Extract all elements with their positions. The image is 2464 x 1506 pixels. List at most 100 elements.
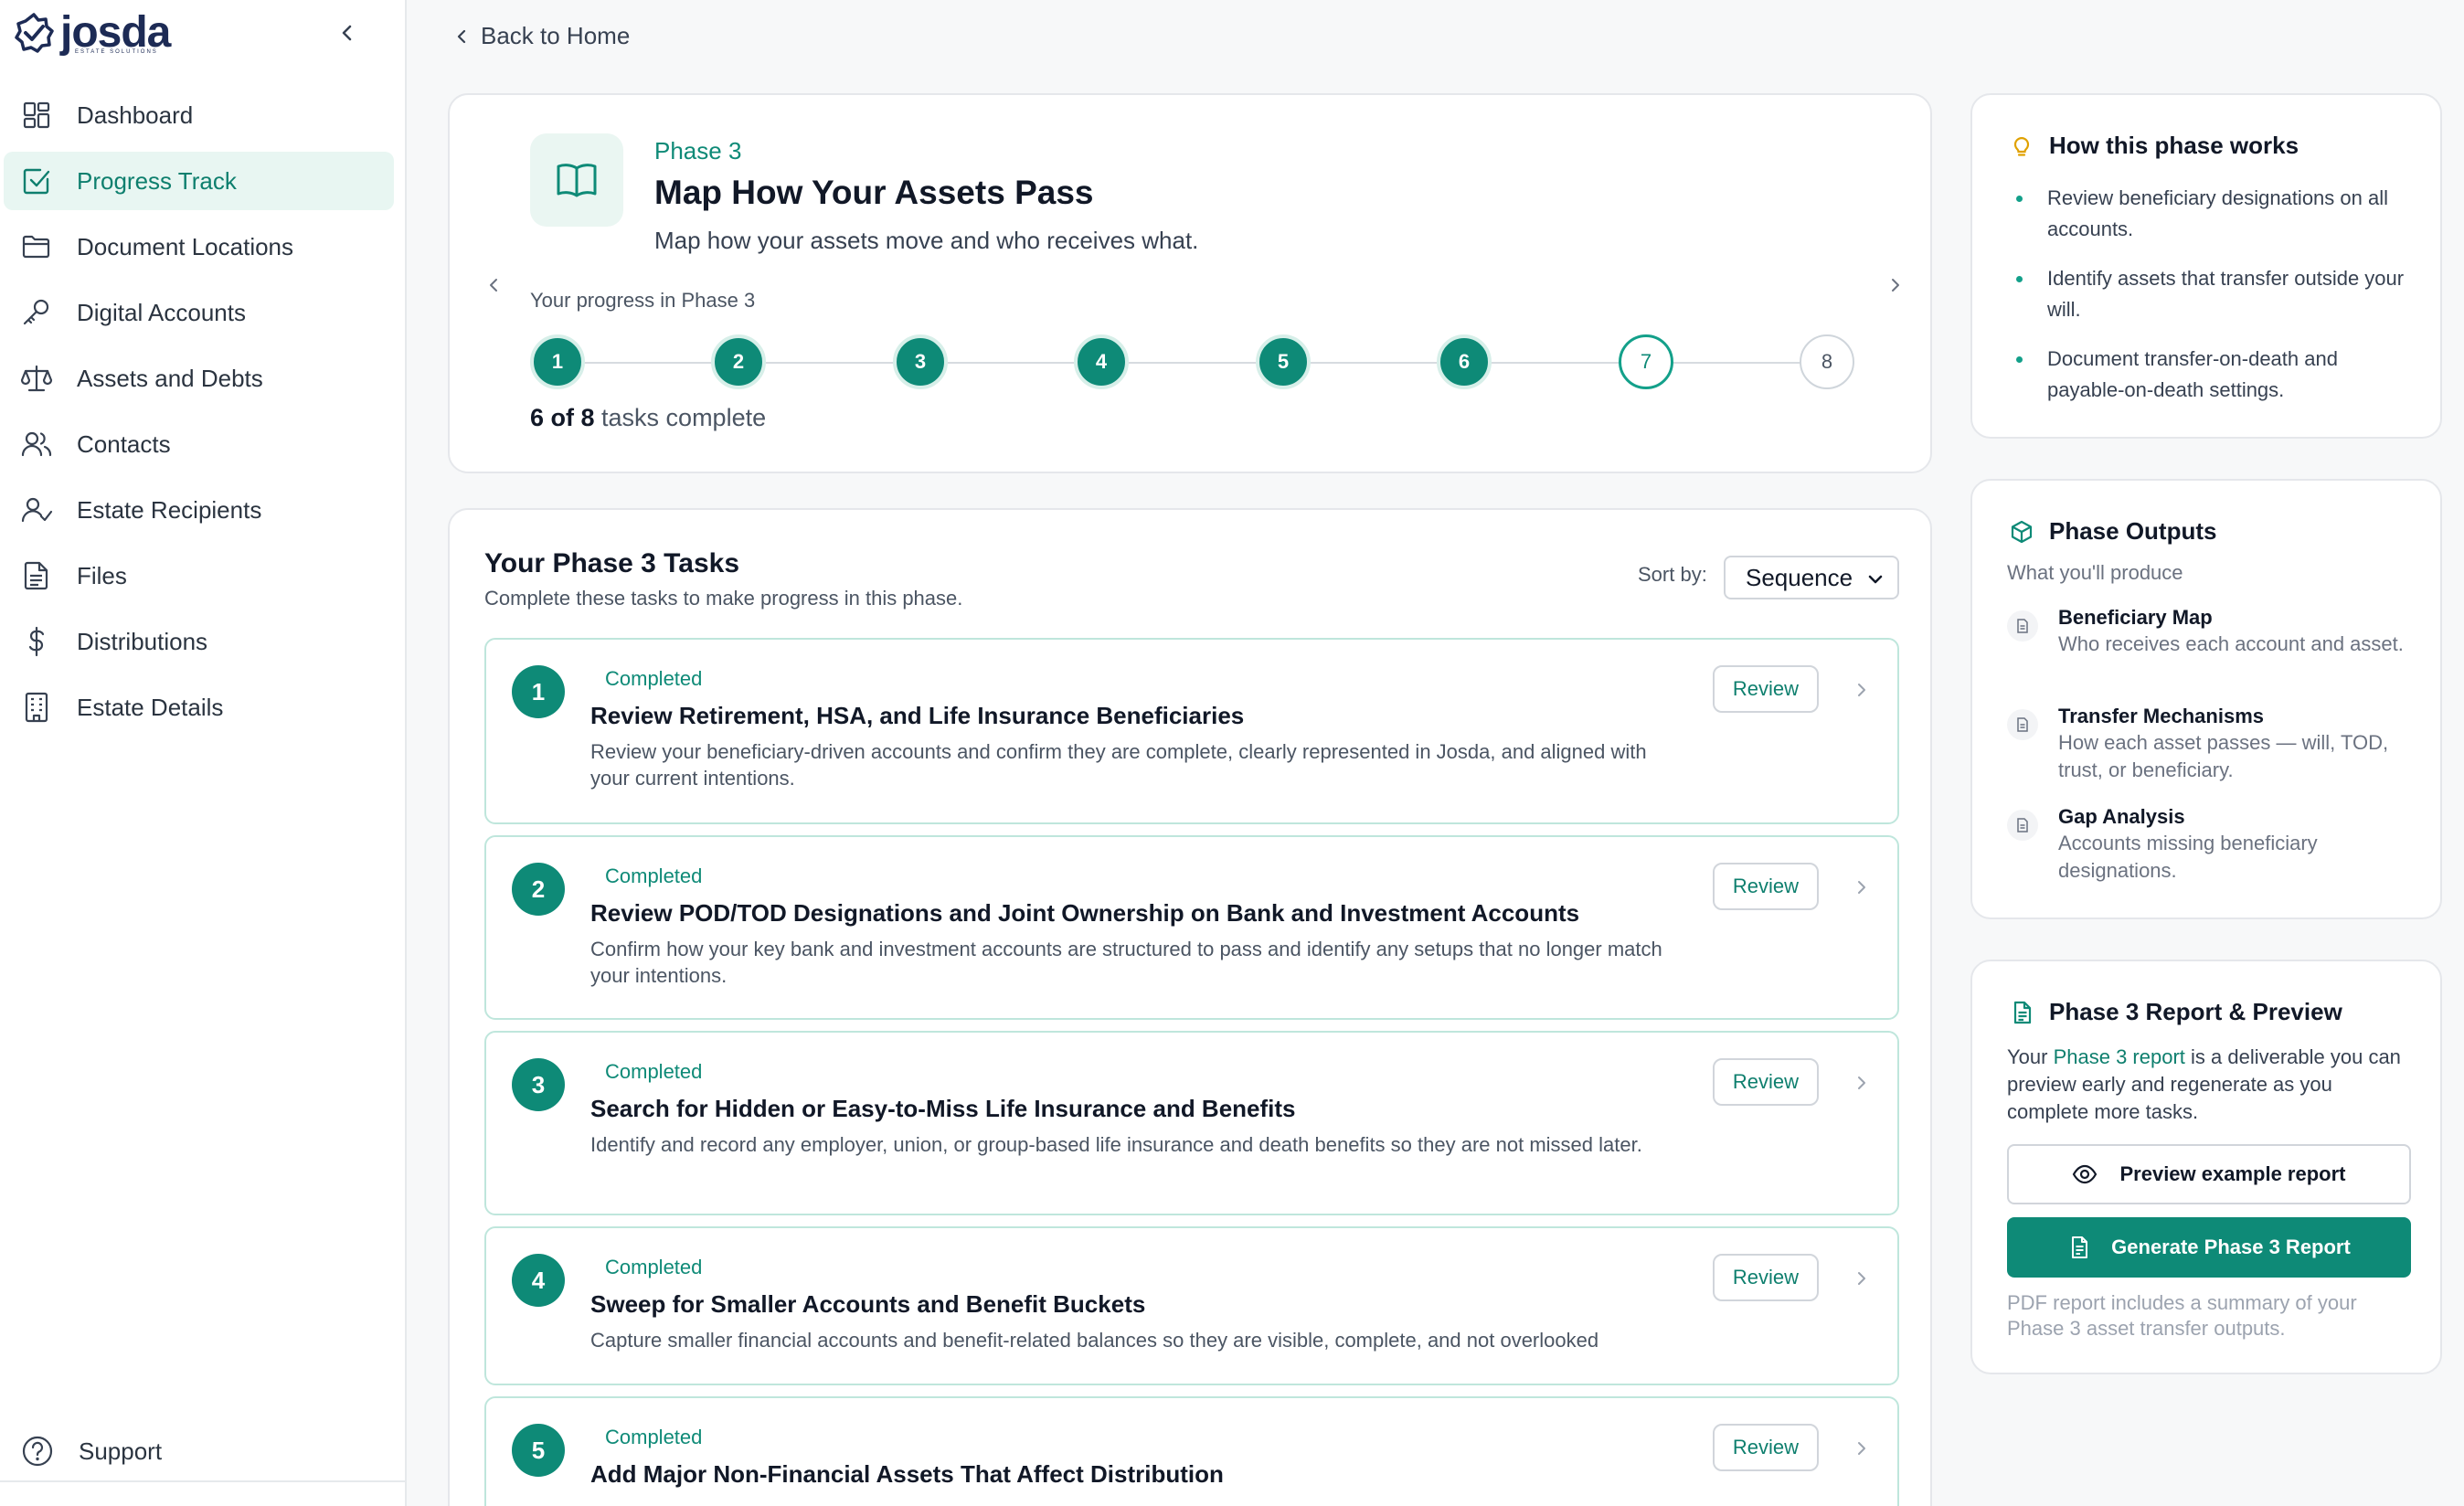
task-card[interactable]: 5 Completed Add Major Non-Financial Asse… [484,1396,1899,1506]
step-3[interactable]: 3 [893,334,948,389]
chevron-left-icon [342,25,352,41]
task-card[interactable]: 4 Completed Sweep for Smaller Accounts a… [484,1226,1899,1385]
step-8[interactable]: 8 [1800,334,1854,389]
brand-tagline: ESTATE SOLUTIONS [75,49,158,55]
review-button[interactable]: Review [1713,1424,1819,1471]
sidebar-item-files[interactable]: Files [4,546,394,605]
document-icon [2007,610,2038,642]
step-1[interactable]: 1 [530,334,585,389]
chevron-right-icon [1858,1442,1865,1455]
task-number: 3 [512,1058,565,1111]
sidebar: josda ESTATE SOLUTIONS Dashboard Progres… [0,0,407,1506]
sidebar-item-label: Document Locations [77,232,294,260]
lightbulb-icon [2013,136,2030,156]
card-header: Phase 3 Report & Preview [2009,998,2342,1026]
step-7[interactable]: 7 [1619,334,1673,389]
back-to-home-link[interactable]: Back to Home [451,22,630,50]
sidebar-item-label: Estate Recipients [77,495,262,524]
output-title: Beneficiary Map [2058,606,2213,629]
building-icon [25,692,48,723]
sidebar-item-label: Assets and Debts [77,364,263,392]
brand-logo[interactable]: josda [13,11,171,55]
how-phase-works-card: How this phase works Review beneficiary … [1970,93,2442,439]
generate-label: Generate Phase 3 Report [2111,1236,2351,1258]
divider [0,1480,407,1482]
completed-count: 6 of 8 [530,404,595,431]
chevron-right-icon [1858,684,1865,696]
task-card[interactable]: 1 Completed Review Retirement, HSA, and … [484,638,1899,824]
sidebar-item-estate-details[interactable]: Estate Details [4,678,394,737]
sidebar-item-estate-recipients[interactable]: Estate Recipients [4,481,394,539]
completed-suffix: tasks complete [594,404,767,431]
review-button[interactable]: Review [1713,1254,1819,1301]
sidebar-item-document-locations[interactable]: Document Locations [4,217,394,276]
support-label: Support [79,1437,163,1465]
report-text-start: Your [2007,1045,2054,1068]
output-title: Transfer Mechanisms [2058,705,2264,727]
previous-phase-button[interactable] [481,272,506,298]
task-number: 2 [512,863,565,916]
sidebar-item-label: Files [77,561,127,589]
collapse-sidebar-button[interactable] [335,20,360,46]
sort-select[interactable]: Sequence [1724,556,1899,599]
sidebar-item-distributions[interactable]: Distributions [4,612,394,671]
task-number: 5 [512,1424,565,1477]
output-description: Accounts missing beneficiary designation… [2058,832,2318,882]
step-6[interactable]: 6 [1437,334,1492,389]
review-button[interactable]: Review [1713,665,1819,713]
list-item: Document transfer-on-death and payable-o… [2009,344,2420,406]
sidebar-item-assets-and-debts[interactable]: Assets and Debts [4,349,394,408]
list-item: Review beneficiary designations on all a… [2009,183,2420,245]
generate-report-button[interactable]: Generate Phase 3 Report [2007,1217,2411,1278]
output-item: Transfer Mechanisms How each asset passe… [2007,704,2409,784]
progress-label: Your progress in Phase 3 [530,289,756,312]
task-number: 1 [512,665,565,718]
user-check-icon [21,497,53,523]
task-status: Completed [605,864,703,887]
phase-header-card: Phase 3 Map How Your Assets Pass Map how… [448,93,1932,473]
task-title: Search for Hidden or Easy-to-Miss Life I… [590,1095,1296,1122]
report-description: Your Phase 3 report is a deliverable you… [2007,1044,2418,1126]
preview-example-report-button[interactable]: Preview example report [2007,1144,2411,1204]
task-title: Review Retirement, HSA, and Life Insuran… [590,702,1245,729]
task-card[interactable]: 3 Completed Search for Hidden or Easy-to… [484,1031,1899,1215]
phase-report-link[interactable]: Phase 3 report [2054,1045,2185,1068]
task-title: Sweep for Smaller Accounts and Benefit B… [590,1290,1146,1318]
chevron-left-icon [490,279,497,292]
task-card[interactable]: 2 Completed Review POD/TOD Designations … [484,835,1899,1020]
review-button[interactable]: Review [1713,1058,1819,1106]
sort-label: Sort by: [1638,563,1707,586]
open-book-icon [557,164,597,197]
sidebar-item-progress-track[interactable]: Progress Track [4,152,394,210]
tasks-subtitle: Complete these tasks to make progress in… [484,587,963,610]
chevron-down-icon [1868,575,1883,584]
sidebar-nav: Dashboard Progress Track Document Locati… [0,86,407,744]
sidebar-item-contacts[interactable]: Contacts [4,415,394,473]
sidebar-item-digital-accounts[interactable]: Digital Accounts [4,283,394,342]
phase-outputs-card: Phase Outputs What you'll produce Benefi… [1970,479,2442,919]
sidebar-item-label: Digital Accounts [77,298,246,326]
card-header: How this phase works [2009,132,2299,160]
cube-icon [2011,520,2033,543]
sidebar-item-dashboard[interactable]: Dashboard [4,86,394,144]
step-5[interactable]: 5 [1256,334,1311,389]
task-description: Identify and record any employer, union,… [590,1133,1642,1156]
logo-mark-icon [15,13,54,53]
eye-icon [2073,1164,2098,1184]
sidebar-item-label: Contacts [77,430,171,458]
review-button[interactable]: Review [1713,863,1819,910]
progress-stepper: 1 2 3 4 5 6 7 8 [530,334,1855,391]
card-title: Phase Outputs [2049,517,2217,545]
dashboard-grid-icon [23,101,50,129]
sidebar-item-label: Progress Track [77,166,237,195]
sidebar-item-label: Distributions [77,627,208,655]
task-description: Confirm how your key bank and investment… [590,938,1662,987]
task-number: 4 [512,1254,565,1307]
step-2[interactable]: 2 [711,334,766,389]
users-icon [21,431,52,457]
phase-report-card: Phase 3 Report & Preview Your Phase 3 re… [1970,960,2442,1374]
outputs-subtitle: What you'll produce [2007,561,2183,584]
sidebar-item-support[interactable]: Support [4,1422,394,1480]
step-4[interactable]: 4 [1074,334,1129,389]
next-phase-button[interactable] [1883,272,1908,298]
